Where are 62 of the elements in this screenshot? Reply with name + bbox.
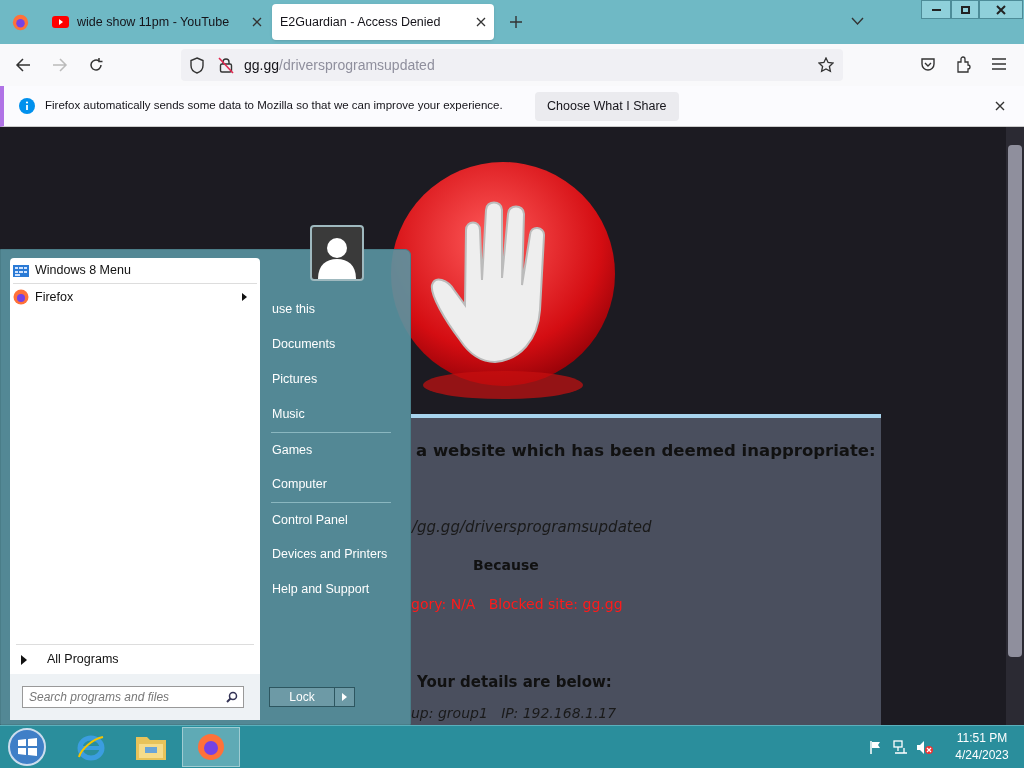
- start-menu-item[interactable]: Computer: [271, 467, 391, 502]
- minimize-icon: [931, 8, 941, 11]
- play-icon: [52, 16, 69, 28]
- tiles-icon: [13, 264, 29, 277]
- taskbar-app-button[interactable]: [182, 727, 240, 767]
- browser-tab[interactable]: E2Guardian - Access Denied: [272, 4, 494, 40]
- minimize-button[interactable]: [921, 0, 951, 19]
- program-item[interactable]: Firefox: [13, 284, 257, 310]
- firefox-icon[interactable]: [12, 13, 29, 31]
- warning-heading: a website which has been deemed inappropriate:: [416, 440, 876, 462]
- close-icon[interactable]: [995, 101, 1005, 111]
- notification-message: Firefox automatically sends some data to Mozilla so that we can improve your experience.: [45, 98, 503, 114]
- start-menu-item[interactable]: Pictures: [271, 362, 391, 397]
- scrollbar-thumb[interactable]: [1008, 145, 1022, 657]
- block-reason: gory: N/A Blocked site: gg.gg: [411, 596, 623, 612]
- firefox-icon: [196, 732, 226, 762]
- reload-icon[interactable]: [88, 57, 104, 73]
- flag-icon[interactable]: [869, 740, 883, 754]
- start-button[interactable]: [7, 727, 47, 767]
- restore-button[interactable]: [951, 0, 979, 19]
- lock-button[interactable]: Lock: [269, 687, 355, 707]
- start-menu-item[interactable]: Music: [271, 397, 391, 432]
- submenu-arrow-icon: [242, 293, 247, 301]
- new-tab-icon[interactable]: [509, 15, 523, 29]
- network-icon[interactable]: [893, 739, 908, 755]
- search-field[interactable]: Search programs and files: [22, 686, 244, 708]
- chevron-down-icon[interactable]: [851, 17, 864, 26]
- close-button[interactable]: [979, 0, 1023, 19]
- close-tab-icon[interactable]: [252, 17, 262, 27]
- menu-icon[interactable]: [992, 58, 1006, 70]
- arrow-right-icon: [21, 654, 27, 665]
- arrow-right-icon: [342, 693, 347, 701]
- choose-what-i-share-button[interactable]: Choose What I Share: [535, 92, 679, 121]
- insecure-lock-icon: [218, 56, 234, 74]
- clock[interactable]: 11:51 PM 4/24/2023: [947, 730, 1017, 764]
- url-text: gg.gg/driversprogramsupdated: [244, 55, 435, 75]
- start-menu-item[interactable]: Help and Support: [271, 572, 391, 607]
- shield-icon: [189, 56, 205, 74]
- blocked-url: /gg.gg/driversprogramsupdated: [412, 519, 652, 535]
- pocket-icon[interactable]: [920, 57, 936, 73]
- start-menu-item[interactable]: Devices and Printers: [271, 537, 391, 572]
- close-icon: [996, 4, 1006, 15]
- close-tab-icon[interactable]: [476, 17, 486, 27]
- program-item[interactable]: Windows 8 Menu: [13, 258, 257, 284]
- start-menu-item[interactable]: Documents: [271, 327, 391, 362]
- user-avatar: [310, 225, 364, 281]
- start-menu-item[interactable]: Control Panel: [271, 502, 391, 537]
- back-icon[interactable]: [15, 57, 31, 73]
- address-bar[interactable]: gg.gg/driversprogramsupdated: [181, 49, 843, 81]
- start-menu-item[interactable]: Games: [271, 432, 391, 467]
- firefox-icon: [13, 289, 29, 305]
- search-icon: [226, 691, 238, 703]
- extensions-icon[interactable]: [956, 56, 973, 73]
- info-icon: [19, 98, 35, 114]
- user-details: up: group1 IP: 192.168.1.17: [411, 705, 617, 721]
- browser-tab[interactable]: wide show 11pm - YouTube: [44, 4, 270, 40]
- bookmark-star-icon[interactable]: [818, 57, 834, 73]
- speaker-muted-icon[interactable]: [916, 739, 933, 755]
- restore-icon: [960, 5, 970, 14]
- start-menu-item[interactable]: use this: [271, 292, 391, 327]
- because-label: Because: [473, 556, 539, 574]
- details-heading: Your details are below:: [417, 673, 612, 691]
